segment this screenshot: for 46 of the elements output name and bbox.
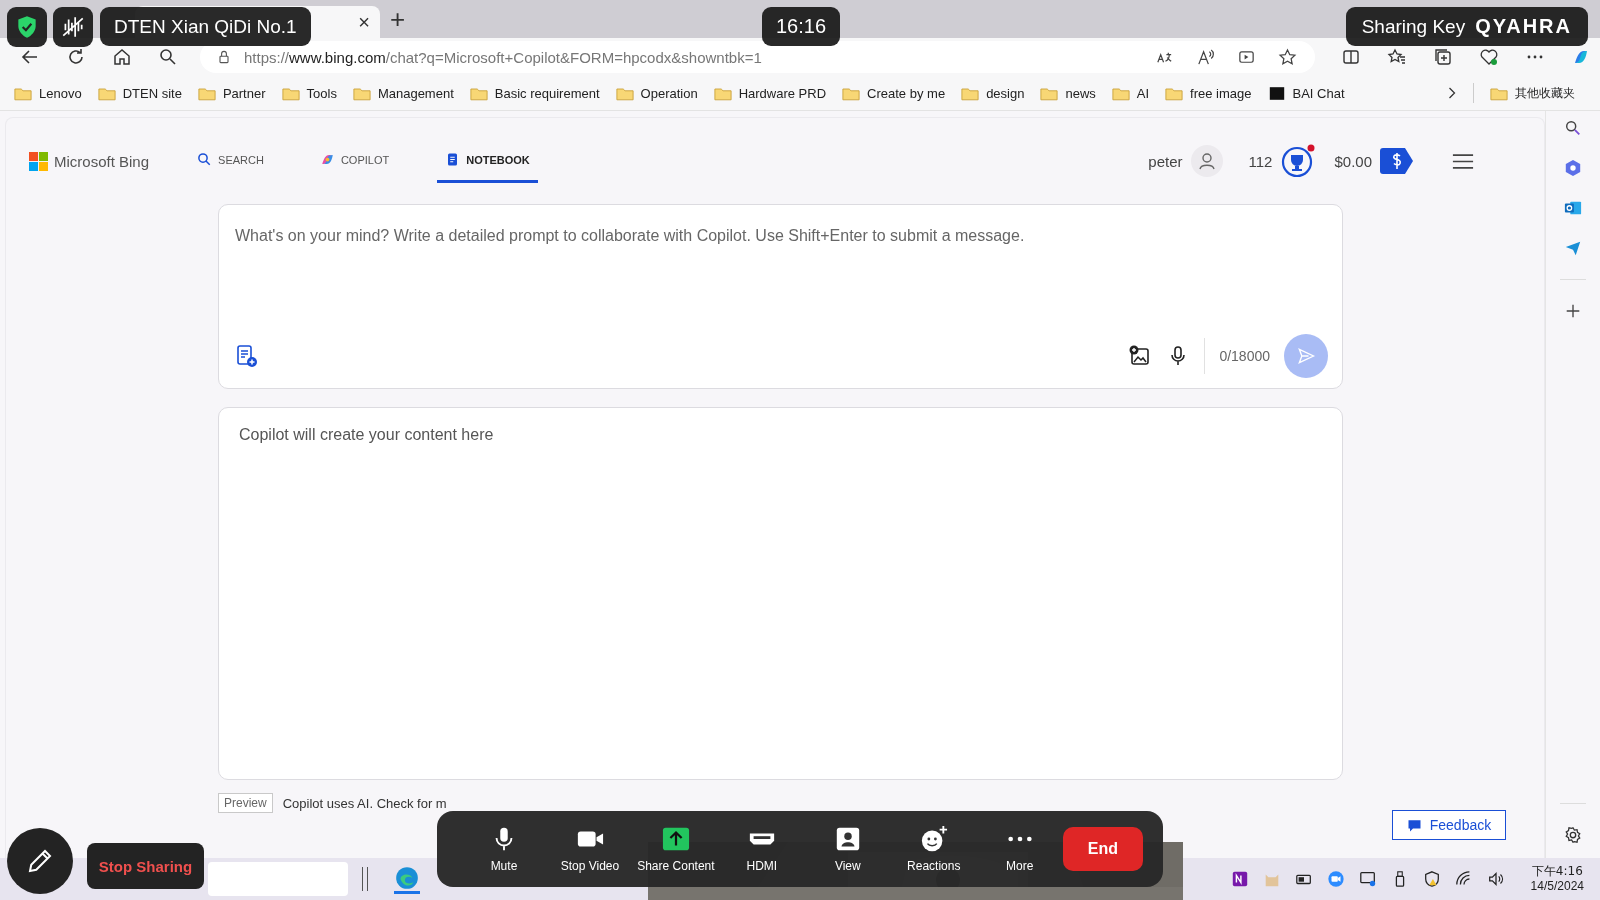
bookmark[interactable]: news [1040, 85, 1096, 101]
bookmark[interactable]: Hardware PRD [713, 85, 827, 101]
bookmark[interactable]: AI [1111, 85, 1150, 101]
end-meeting-button[interactable]: End [1062, 827, 1144, 871]
nav-tab[interactable]: SEARCH [189, 139, 272, 183]
character-counter: 0/18000 [1219, 348, 1270, 364]
prompt-field[interactable]: What's on your mind? Write a detailed prompt to collaborate with Copilot. Use Shift+Enter to submit a message. 0/18000 [218, 204, 1343, 389]
meeting-control-button[interactable]: Stop Video [546, 825, 633, 873]
nav-tab[interactable]: COPILOT [311, 139, 398, 183]
user-name[interactable]: peter [1148, 152, 1183, 170]
bookmark[interactable]: Partner [197, 85, 266, 101]
balance[interactable]: $0.00 [1334, 152, 1372, 170]
disclaimer-text: Copilot uses AI. Check for m [282, 795, 447, 811]
meeting-control-button[interactable]: Reactions [890, 825, 977, 873]
bookmark[interactable]: BAI Chat [1267, 85, 1345, 101]
rewards-points[interactable]: 112 [1248, 152, 1273, 170]
close-tab-button[interactable]: × [358, 10, 370, 34]
brand-name[interactable]: Microsoft Bing [54, 152, 150, 170]
device-name: DTEN Xian QiDi No.1 [100, 7, 311, 46]
sharing-key-banner: Sharing Key QYAHRA [1345, 7, 1588, 46]
preview-badge: Preview [218, 793, 273, 813]
bookmark[interactable]: design [961, 85, 1025, 101]
content-placeholder: Copilot will create your content here [239, 426, 494, 444]
meeting-control-button[interactable]: HDMI [718, 825, 805, 873]
address-field[interactable]: https://www.bing.com/chat?q=Microsoft+Copilot&FORM=hpcodx&showntbk=1 [200, 41, 1315, 73]
meeting-control-button[interactable]: Share Content [632, 825, 719, 873]
bookmark[interactable]: Tools [281, 85, 337, 101]
bookmark[interactable]: Operation [615, 85, 698, 101]
meeting-control-button[interactable]: More [976, 825, 1063, 873]
stop-sharing-button[interactable]: Stop Sharing [87, 843, 204, 889]
nav-tab[interactable]: NOTEBOOK [437, 139, 538, 183]
meeting-control-button[interactable]: View [804, 825, 891, 873]
feedback-button[interactable]: Feedback [1392, 810, 1506, 840]
bookmark[interactable]: Create by me [842, 85, 946, 101]
prompt-input[interactable]: What's on your mind? Write a detailed prompt to collaborate with Copilot. Use Shift+Enter to submit a message. [235, 227, 1328, 334]
bookmark[interactable]: free image [1165, 85, 1252, 101]
bookmark[interactable]: Management [352, 85, 454, 101]
bookmark[interactable]: 其他收藏夹 [1489, 84, 1575, 102]
bookmark[interactable]: DTEN site [97, 85, 182, 101]
taskbar-clock[interactable]: 下午4:16 14/5/2024 [1530, 864, 1584, 894]
bookmark[interactable]: Basic requirement [469, 85, 600, 101]
meeting-control-button[interactable]: Mute [461, 825, 547, 873]
bookmark[interactable]: Lenovo [14, 85, 82, 101]
output-field[interactable]: Copilot will create your content here [218, 407, 1343, 780]
meeting-clock: 16:16 [762, 7, 841, 46]
new-tab-button[interactable]: + [390, 3, 406, 35]
